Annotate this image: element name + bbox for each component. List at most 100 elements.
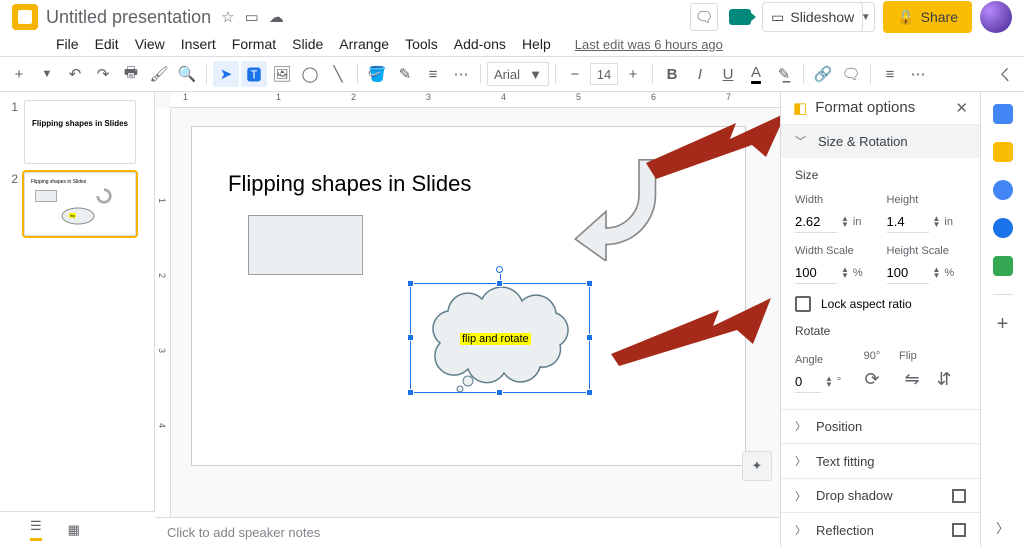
reflection-checkbox[interactable]	[952, 523, 966, 537]
cloud-icon[interactable]: ☁	[269, 8, 284, 26]
explore-button[interactable]: ✦	[742, 451, 772, 481]
insert-link-button[interactable]: 🔗	[810, 61, 836, 87]
star-icon[interactable]: ☆	[221, 8, 234, 26]
bold-button[interactable]: B	[659, 61, 685, 87]
menu-arrange[interactable]: Arrange	[331, 32, 397, 56]
redo-button[interactable]: ↷	[90, 61, 116, 87]
menu-view[interactable]: View	[127, 32, 173, 56]
width-input[interactable]	[795, 211, 837, 233]
select-tool[interactable]: ➤	[213, 61, 239, 87]
italic-button[interactable]: I	[687, 61, 713, 87]
resize-handle[interactable]	[496, 389, 503, 396]
flip-vertical-button[interactable]: ⇵	[931, 367, 957, 393]
shape-tool[interactable]: ◯	[297, 61, 323, 87]
width-scale-stepper[interactable]: ▲▼	[841, 267, 849, 279]
resize-handle[interactable]	[407, 334, 414, 341]
border-color-button[interactable]: ✎	[392, 61, 418, 87]
menu-slide[interactable]: Slide	[284, 32, 331, 56]
cloud-callout-shape[interactable]: flip and rotate	[410, 283, 590, 393]
menu-format[interactable]: Format	[224, 32, 284, 56]
line-tool[interactable]: ╲	[325, 61, 351, 87]
align-button[interactable]: ≡	[877, 61, 903, 87]
width-stepper[interactable]: ▲▼	[841, 216, 849, 228]
hide-menus-button[interactable]: ㄑ	[992, 61, 1018, 87]
paint-format-button[interactable]: 🖌	[146, 61, 172, 87]
height-stepper[interactable]: ▲▼	[933, 216, 941, 228]
print-button[interactable]: 🖶	[118, 61, 144, 87]
drop-shadow-section[interactable]: 〉 Drop shadow	[781, 478, 980, 513]
text-fitting-section[interactable]: 〉 Text fitting	[781, 443, 980, 478]
keep-addon-icon[interactable]	[993, 142, 1013, 162]
contacts-addon-icon[interactable]	[993, 218, 1013, 238]
height-input[interactable]	[887, 211, 929, 233]
reflection-section[interactable]: 〉 Reflection	[781, 512, 980, 547]
resize-handle[interactable]	[586, 280, 593, 287]
menu-addons[interactable]: Add-ons	[446, 32, 514, 56]
resize-handle[interactable]	[586, 389, 593, 396]
position-section[interactable]: 〉 Position	[781, 409, 980, 444]
move-icon[interactable]: ▭	[245, 8, 259, 26]
speaker-notes[interactable]: Click to add speaker notes	[155, 517, 780, 547]
slide-thumb-1[interactable]: Flipping shapes in Slides	[24, 100, 136, 164]
filmstrip-view-icon[interactable]: ☰	[30, 518, 42, 541]
new-slide-button[interactable]: +	[6, 61, 32, 87]
maps-addon-icon[interactable]	[993, 256, 1013, 276]
add-comment-button[interactable]: 🗨	[838, 61, 864, 87]
resize-handle[interactable]	[407, 280, 414, 287]
angle-input[interactable]	[795, 371, 821, 393]
resize-handle[interactable]	[407, 389, 414, 396]
drop-shadow-checkbox[interactable]	[952, 489, 966, 503]
undo-button[interactable]: ↶	[62, 61, 88, 87]
lock-aspect-ratio-checkbox[interactable]	[795, 296, 811, 312]
height-scale-stepper[interactable]: ▲▼	[933, 267, 941, 279]
zoom-button[interactable]: 🔍	[174, 61, 200, 87]
increase-font-size[interactable]: +	[620, 61, 646, 87]
calendar-addon-icon[interactable]	[993, 104, 1013, 124]
meet-button[interactable]	[726, 3, 754, 31]
slide-title-text[interactable]: Flipping shapes in Slides	[228, 171, 471, 197]
menu-edit[interactable]: Edit	[87, 32, 127, 56]
image-tool[interactable]: 🖼	[269, 61, 295, 87]
underline-button[interactable]: U	[715, 61, 741, 87]
border-weight-button[interactable]: ≡	[420, 61, 446, 87]
resize-handle[interactable]	[586, 334, 593, 341]
rectangle-shape[interactable]	[248, 215, 363, 275]
share-button[interactable]: 🔒 Share	[883, 1, 972, 33]
highlight-color-button[interactable]: ✎̲	[771, 61, 797, 87]
new-slide-dropdown[interactable]: ▼	[34, 61, 60, 87]
tasks-addon-icon[interactable]	[993, 180, 1013, 200]
slideshow-dropdown[interactable]: ▼	[857, 2, 875, 32]
curved-arrow-shape[interactable]	[562, 151, 672, 261]
more-button[interactable]: ⋯	[905, 61, 931, 87]
text-color-button[interactable]: A	[743, 61, 769, 87]
decrease-font-size[interactable]: −	[562, 61, 588, 87]
menu-insert[interactable]: Insert	[173, 32, 224, 56]
slides-logo[interactable]	[12, 4, 38, 30]
menu-file[interactable]: File	[48, 32, 87, 56]
flip-horizontal-button[interactable]: ⇋	[899, 367, 925, 393]
add-addon-button[interactable]: +	[997, 313, 1009, 336]
rotate-90-button[interactable]: ⟳	[859, 367, 885, 393]
comments-button[interactable]: 🗨	[690, 3, 718, 31]
font-family-select[interactable]: Arial▼	[487, 62, 549, 86]
rotate-handle[interactable]	[496, 266, 503, 273]
fill-color-button[interactable]: 🪣	[364, 61, 390, 87]
font-size-input[interactable]: 14	[590, 63, 618, 85]
slideshow-button[interactable]: ▭ Slideshow	[762, 2, 863, 32]
menu-help[interactable]: Help	[514, 32, 559, 56]
grid-view-icon[interactable]: ▦	[68, 522, 80, 538]
height-scale-input[interactable]	[887, 262, 929, 284]
close-panel-button[interactable]: ✕	[955, 99, 968, 117]
resize-handle[interactable]	[496, 280, 503, 287]
width-scale-input[interactable]	[795, 262, 837, 284]
last-edit-link[interactable]: Last edit was 6 hours ago	[567, 33, 731, 56]
size-rotation-section[interactable]: ﹀ Size & Rotation	[781, 125, 980, 158]
slide-canvas[interactable]: Flipping shapes in Slides flip and rotat…	[191, 126, 746, 466]
slide-thumb-2[interactable]: Flipping shapes in Slides flip	[24, 172, 136, 236]
hide-side-panel-button[interactable]: 〉	[996, 518, 1009, 537]
account-avatar[interactable]	[980, 1, 1012, 33]
doc-name[interactable]: Untitled presentation	[46, 7, 211, 28]
border-dash-button[interactable]: ⋯	[448, 61, 474, 87]
textbox-tool[interactable]: 🆃	[241, 61, 267, 87]
menu-tools[interactable]: Tools	[397, 32, 446, 56]
